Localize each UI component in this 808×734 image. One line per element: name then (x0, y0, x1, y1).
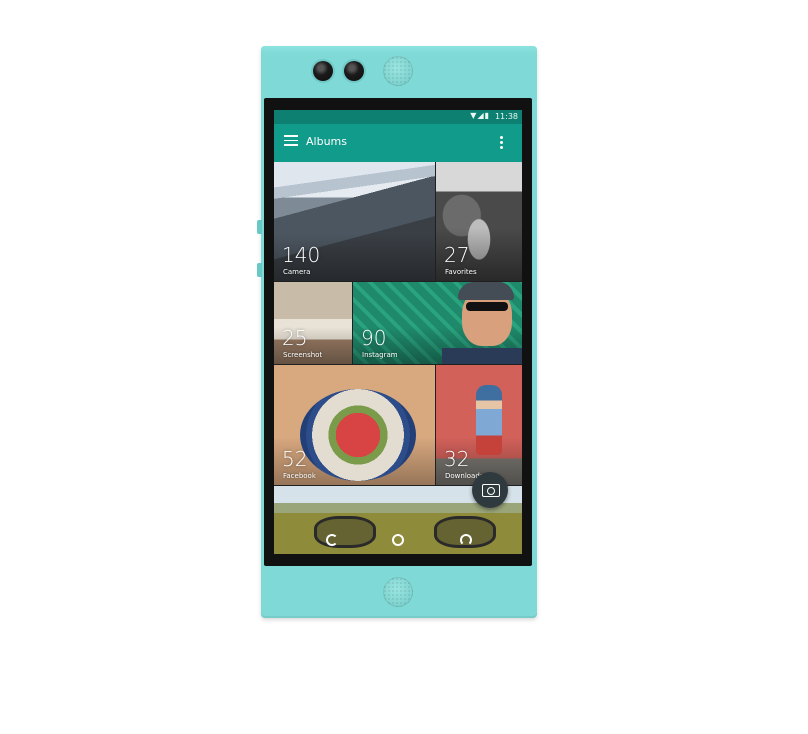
phone-screen: ▼◢▮ 11:38 Albums 140 Camera 27 Favorites… (274, 110, 522, 554)
fruit-bowl-image (300, 389, 416, 481)
top-speaker-icon (383, 56, 413, 86)
album-count: 52 (282, 447, 308, 471)
album-count: 90 (361, 326, 387, 350)
portrait-sunglasses (466, 302, 508, 311)
page-title: Albums (306, 135, 347, 148)
app-bar: Albums (274, 124, 522, 162)
front-camera-icon (313, 61, 333, 81)
volume-up-button[interactable] (257, 220, 262, 234)
volume-down-button[interactable] (257, 263, 262, 277)
album-label: Camera (283, 268, 311, 276)
phone-top-edge (261, 46, 537, 54)
album-label: Instagram (362, 351, 398, 359)
portrait-cap (458, 282, 514, 300)
more-vert-icon[interactable] (500, 136, 504, 151)
album-count: 25 (282, 326, 308, 350)
status-icons: ▼◢▮ (470, 111, 490, 120)
child-photo-image (476, 385, 502, 455)
portrait-shirt (442, 348, 522, 364)
album-tile-screenshot[interactable]: 25 Screenshot (274, 282, 352, 364)
signal-icon: ◢ (477, 111, 485, 120)
front-sensor-icon (344, 61, 364, 81)
camera-fab-button[interactable] (472, 472, 508, 508)
album-count: 32 (444, 447, 470, 471)
album-tile-facebook[interactable]: 52 Facebook (274, 365, 435, 485)
album-label: Favorites (445, 268, 477, 276)
album-tile-camera[interactable]: 140 Camera (274, 162, 435, 281)
album-label: Screenshot (283, 351, 323, 359)
nav-bar (274, 530, 522, 554)
album-count: 27 (444, 243, 470, 267)
hamburger-menu-icon[interactable] (284, 135, 298, 149)
album-tile-downloads[interactable]: 32 Downloads (436, 365, 522, 485)
status-bar: ▼◢▮ 11:38 (274, 110, 522, 124)
status-time: 11:38 (494, 112, 518, 121)
battery-icon: ▮ (484, 111, 490, 120)
album-count: 140 (282, 243, 321, 267)
album-tile-instagram[interactable]: 90 Instagram (353, 282, 522, 364)
album-tile-favorites[interactable]: 27 Favorites (436, 162, 522, 281)
album-label: Facebook (283, 472, 316, 480)
camera-lens-icon (487, 486, 495, 495)
back-icon[interactable] (326, 534, 338, 546)
home-icon[interactable] (392, 534, 404, 546)
bottom-speaker-icon (383, 577, 413, 607)
recents-icon[interactable] (460, 534, 472, 546)
